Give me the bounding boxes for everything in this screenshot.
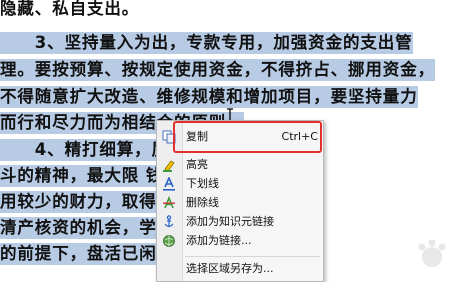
- watermark-logo: [418, 239, 446, 267]
- menu-item-label: 添加为链接...: [186, 234, 252, 247]
- menu-item-highlight[interactable]: 高亮: [158, 155, 322, 175]
- doc-line: 隐藏、私自支出。: [0, 0, 140, 18]
- menu-item-add-link[interactable]: 添加为链接...: [158, 231, 322, 251]
- menu-item-underline[interactable]: 下划线: [158, 174, 322, 194]
- anchor-icon: [164, 215, 174, 228]
- doc-line[interactable]: 3、坚持量入为出，专款专用，加强资金的支出管: [0, 32, 413, 54]
- menu-item-label: 高亮: [186, 158, 208, 171]
- doc-line[interactable]: 理。要按预算、按规定使用资金，不得挤占、挪用资金，: [0, 59, 435, 81]
- menu-item-strikethrough[interactable]: 删除线: [158, 193, 322, 213]
- highlight-icon: [163, 160, 175, 172]
- menu-item-label: 删除线: [186, 196, 219, 209]
- doc-line[interactable]: 不得随意扩大改造、维修规模和增加项目，要坚持量力: [0, 86, 418, 108]
- menu-separator: [185, 256, 320, 257]
- menu-item-save-region[interactable]: 选择区域另存为...: [158, 259, 322, 279]
- menu-item-label: 添加为知识元链接: [186, 215, 274, 228]
- menu-item-label: 选择区域另存为...: [186, 262, 274, 275]
- copy-focus-highlight-box: [173, 121, 322, 153]
- menu-item-label: 下划线: [186, 177, 219, 190]
- underline-icon: [163, 177, 175, 191]
- strikethrough-icon: [163, 196, 175, 209]
- menu-item-knowledge-link[interactable]: 添加为知识元链接: [158, 212, 322, 232]
- link-icon: [163, 235, 175, 247]
